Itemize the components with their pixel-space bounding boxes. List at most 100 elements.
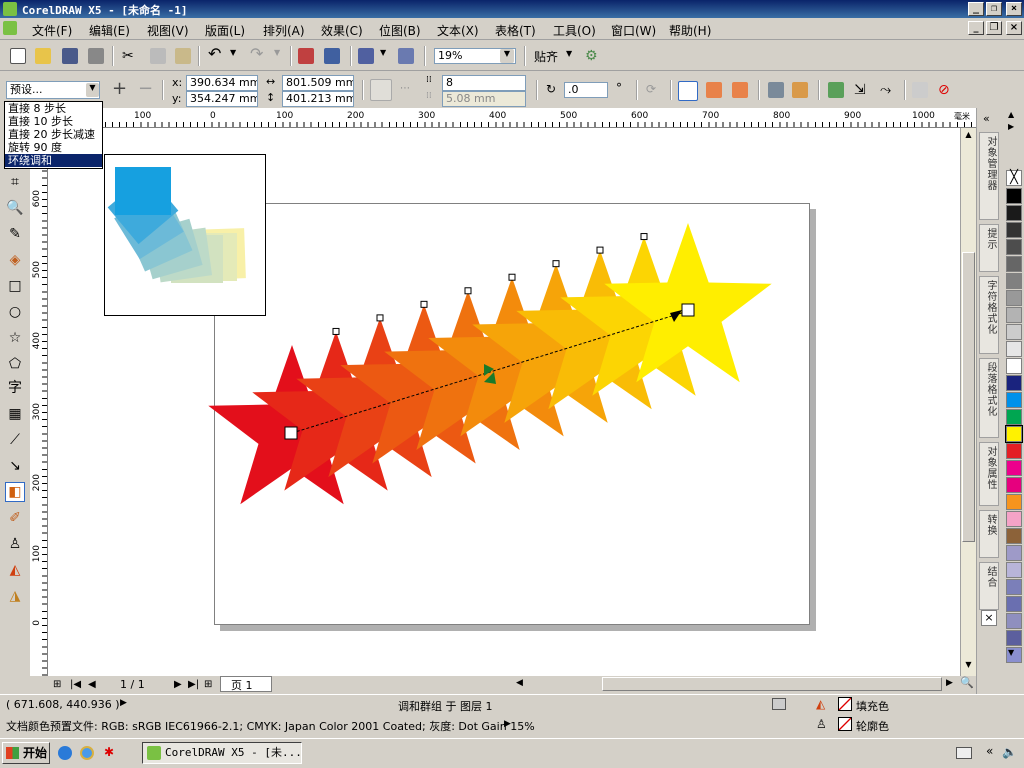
profile-arrow-icon[interactable]: ▶	[504, 719, 511, 729]
fill-none-swatch[interactable]	[838, 697, 852, 711]
menu-tools[interactable]: 工具(O)	[553, 22, 596, 39]
outline-none-swatch[interactable]	[838, 717, 852, 731]
close-button[interactable]: ×	[1006, 2, 1022, 16]
docker-tab-paragraph-format[interactable]: 段落格式化	[979, 358, 999, 438]
zoom-dropdown-icon[interactable]: ▼	[500, 49, 514, 63]
color-swatch[interactable]	[1006, 358, 1022, 374]
path-properties-icon[interactable]: ⤳	[880, 82, 896, 98]
blend-spacing-field[interactable]: 5.08 mm	[442, 91, 526, 107]
coords-arrow-icon[interactable]: ▶	[120, 698, 127, 708]
minimize-button[interactable]: _	[968, 2, 984, 16]
preset-dropdown-list[interactable]: 直接 8 步长 直接 10 步长 直接 20 步长减速 旋转 90 度 环绕调和	[4, 101, 103, 169]
horizontal-scroll-thumb[interactable]	[602, 677, 942, 691]
object-acceleration-icon[interactable]	[768, 82, 784, 98]
vertical-scrollbar[interactable]: ▲ ▼	[960, 128, 976, 676]
preset-option[interactable]: 旋转 90 度	[5, 141, 102, 154]
options-icon[interactable]: ⚙	[585, 48, 601, 64]
menu-arrange[interactable]: 排列(A)	[263, 22, 305, 39]
color-swatch[interactable]	[1006, 528, 1022, 544]
app-launcher-dropdown-icon[interactable]: ▼	[380, 48, 396, 64]
docker-close-icon[interactable]: ×	[981, 610, 997, 626]
menu-text[interactable]: 文本(X)	[437, 22, 479, 39]
height-field[interactable]: 401.213 mm	[282, 91, 354, 107]
basic-shapes-tool-icon[interactable]: ⬠	[5, 354, 25, 374]
x-position-field[interactable]: 390.634 mm	[186, 75, 258, 91]
browser-quicklaunch-icon[interactable]	[58, 746, 72, 760]
docker-collapse-icon[interactable]: «	[983, 112, 990, 125]
color-swatch[interactable]	[1006, 256, 1022, 272]
outline-tool-icon[interactable]: ♙	[5, 534, 25, 554]
color-swatch[interactable]	[1006, 630, 1022, 646]
dimension-tool-icon[interactable]: ⟋	[5, 430, 25, 450]
width-field[interactable]: 801.509 mm	[282, 75, 354, 91]
docker-tab-character-format[interactable]: 字符格式化	[979, 276, 999, 354]
menu-view[interactable]: 视图(V)	[147, 22, 189, 39]
scroll-up-icon[interactable]: ▲	[962, 130, 975, 143]
taskbar-coreldraw-button[interactable]: CorelDRAW X5 - [未...	[142, 742, 302, 764]
crop-tool-icon[interactable]: ⌗	[5, 172, 25, 192]
paste-icon[interactable]	[175, 48, 191, 64]
undo-icon[interactable]: ↶	[208, 46, 224, 62]
docker-tab-hints[interactable]: 提示	[979, 224, 999, 272]
clear-blend-icon[interactable]: ⊘	[938, 82, 954, 98]
smart-fill-tool-icon[interactable]: ◈	[5, 250, 25, 270]
color-swatch[interactable]	[1006, 613, 1022, 629]
menu-table[interactable]: 表格(T)	[495, 22, 536, 39]
tray-expand-icon[interactable]: «	[986, 744, 993, 758]
keyboard-tray-icon[interactable]	[956, 747, 972, 759]
color-swatch[interactable]	[1006, 579, 1022, 595]
connector-tool-icon[interactable]: ↘	[5, 456, 25, 476]
add-page-end-icon[interactable]: ⊞	[204, 679, 212, 690]
preset-dropdown-icon[interactable]: ▼	[86, 83, 99, 97]
zoom-tool-icon[interactable]: 🔍	[5, 198, 25, 218]
color-swatch[interactable]	[1006, 188, 1022, 204]
color-swatch[interactable]	[1006, 341, 1022, 357]
speaker-tray-icon[interactable]: 🔈	[1002, 745, 1017, 759]
blend-object-icon[interactable]	[370, 79, 392, 101]
last-page-icon[interactable]: ▶|	[188, 679, 199, 690]
snap-to-button[interactable]: 贴齐	[534, 48, 558, 65]
color-swatch[interactable]	[1006, 239, 1022, 255]
freehand-tool-icon[interactable]: ✎	[5, 224, 25, 244]
palette-options-icon[interactable]: ▶	[1008, 122, 1014, 131]
color-swatch[interactable]	[1006, 222, 1022, 238]
color-swatch[interactable]	[1006, 477, 1022, 493]
color-swatch[interactable]	[1006, 460, 1022, 476]
star-node-handle[interactable]	[332, 327, 340, 335]
remove-preset-icon[interactable]: −	[138, 80, 154, 98]
restore-button[interactable]: ❐	[986, 2, 1002, 16]
counterclockwise-blend-icon[interactable]	[732, 82, 748, 98]
copy-blend-icon[interactable]	[912, 82, 928, 98]
color-swatch[interactable]	[1006, 494, 1022, 510]
app-quicklaunch-icon[interactable]: ✱	[104, 746, 118, 760]
menu-layout[interactable]: 版面(L)	[205, 22, 245, 39]
doc-restore-button[interactable]: ❐	[986, 21, 1002, 35]
star-node-handle[interactable]	[420, 300, 428, 308]
color-swatch[interactable]	[1006, 596, 1022, 612]
open-folder-icon[interactable]	[35, 48, 51, 64]
color-swatch[interactable]	[1006, 375, 1022, 391]
doc-minimize-button[interactable]: _	[968, 21, 984, 35]
loop-blend-icon[interactable]: ⟳	[646, 82, 662, 98]
blend-steps-field[interactable]: 8	[442, 75, 526, 91]
zoom-navigator-icon[interactable]: 🔍	[960, 676, 976, 694]
color-swatch[interactable]	[1006, 392, 1022, 408]
color-swatch[interactable]	[1006, 545, 1022, 561]
star-node-handle[interactable]	[552, 260, 560, 268]
palette-scroll-down-icon[interactable]: ▼	[1008, 648, 1014, 657]
scroll-down-icon[interactable]: ▼	[962, 660, 975, 673]
polygon-tool-icon[interactable]: ☆	[5, 328, 25, 348]
menu-window[interactable]: 窗口(W)	[611, 22, 656, 39]
docker-tab-transform[interactable]: 转换	[979, 510, 999, 558]
color-swatch[interactable]	[1006, 443, 1022, 459]
blend-tool-icon[interactable]: ◧	[5, 482, 25, 502]
color-swatch[interactable]	[1006, 511, 1022, 527]
rectangle-tool-icon[interactable]: □	[5, 276, 25, 296]
color-swatch[interactable]	[1006, 290, 1022, 306]
redo-dropdown-icon[interactable]: ▼	[274, 48, 290, 64]
print-icon[interactable]	[772, 698, 786, 710]
redo-icon[interactable]: ↷	[250, 46, 266, 62]
no-color-swatch[interactable]: ╳	[1006, 170, 1022, 186]
start-end-properties-icon[interactable]: ⇲	[854, 82, 870, 98]
menu-help[interactable]: 帮助(H)	[669, 22, 711, 39]
